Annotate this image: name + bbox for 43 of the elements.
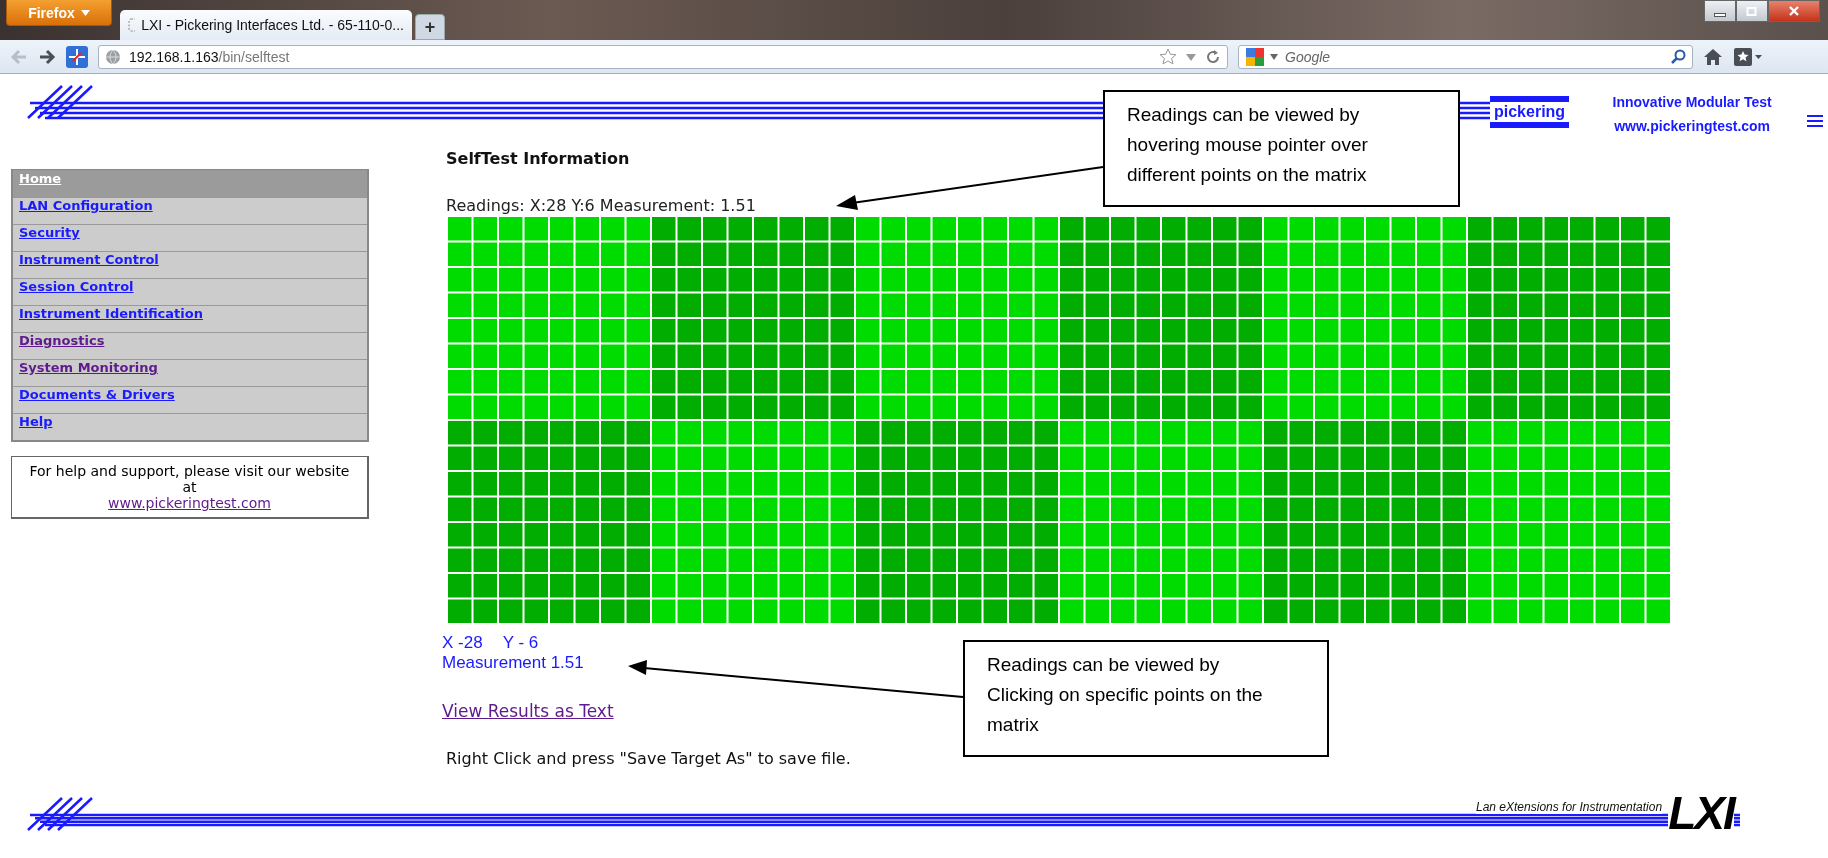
callout-box: Readings can be viewed by hovering mouse pointer over different points on the matrix (1103, 90, 1460, 207)
page-icon (128, 18, 136, 32)
minimize-button[interactable] (1704, 0, 1736, 22)
compass-icon[interactable] (66, 45, 88, 68)
caret-icon (1270, 53, 1278, 60)
x-coordinate: X -28 (442, 633, 483, 653)
close-button[interactable] (1768, 0, 1820, 22)
star-icon[interactable] (1159, 47, 1177, 66)
home-icon[interactable] (1703, 47, 1723, 66)
callout-box: Readings can be viewed by Clicking on specific points on the matrix (963, 640, 1329, 757)
address-field[interactable]: 192.168.1.163/bin/selftest (98, 44, 1228, 69)
search-field[interactable]: Google (1283, 47, 1665, 66)
search-field[interactable]: Google (1238, 44, 1693, 69)
reload-icon[interactable] (1205, 48, 1221, 65)
footer-caption: Lan eXtensions for Instrumentation (1476, 800, 1663, 814)
maximize-button[interactable] (1736, 0, 1768, 22)
google-icon (1245, 46, 1265, 67)
minimize-icon (1714, 13, 1726, 17)
page-title: SelfTest Information (446, 149, 631, 168)
globe-icon (105, 48, 121, 65)
dropdown-icon[interactable] (1185, 51, 1197, 62)
matrix-drawing[interactable] (448, 217, 1672, 625)
website-link[interactable]: www.pickeringtest.com (108, 495, 271, 511)
forward-icon[interactable] (38, 48, 56, 65)
website-text: www.pickeringtest.com (1614, 118, 1771, 134)
support-text: For help and support, please visit our website at (28, 463, 351, 495)
close-icon (1788, 5, 1800, 17)
caret-icon (80, 9, 90, 16)
measurement-text: Measurement 1.51 (442, 653, 584, 672)
restore-icon (1746, 5, 1758, 17)
new-tab-button[interactable]: + (415, 14, 445, 40)
brand-logo: pickering (1490, 96, 1570, 128)
browser-tab[interactable]: LXI - Pickering Interfaces Ltd. - 65-110-0... (120, 10, 412, 40)
tagline: Innovative Modular Test (1612, 94, 1772, 110)
save-note: Right Click and press "Save Target As" to save file. (446, 749, 851, 768)
sidebar-item[interactable]: Home (13, 170, 367, 197)
firefox-menu-button[interactable]: Firefox (6, 0, 112, 26)
search-icon[interactable] (1670, 48, 1686, 65)
y-coordinate: Y - 6 (502, 633, 539, 653)
lines-icon (1805, 114, 1826, 128)
bookmarks-icon[interactable] (1733, 46, 1763, 67)
results-link[interactable]: View Results as Text (442, 701, 614, 721)
readings-text: Readings: X:28 Y:6 Measurement: 1.51 (446, 196, 757, 215)
